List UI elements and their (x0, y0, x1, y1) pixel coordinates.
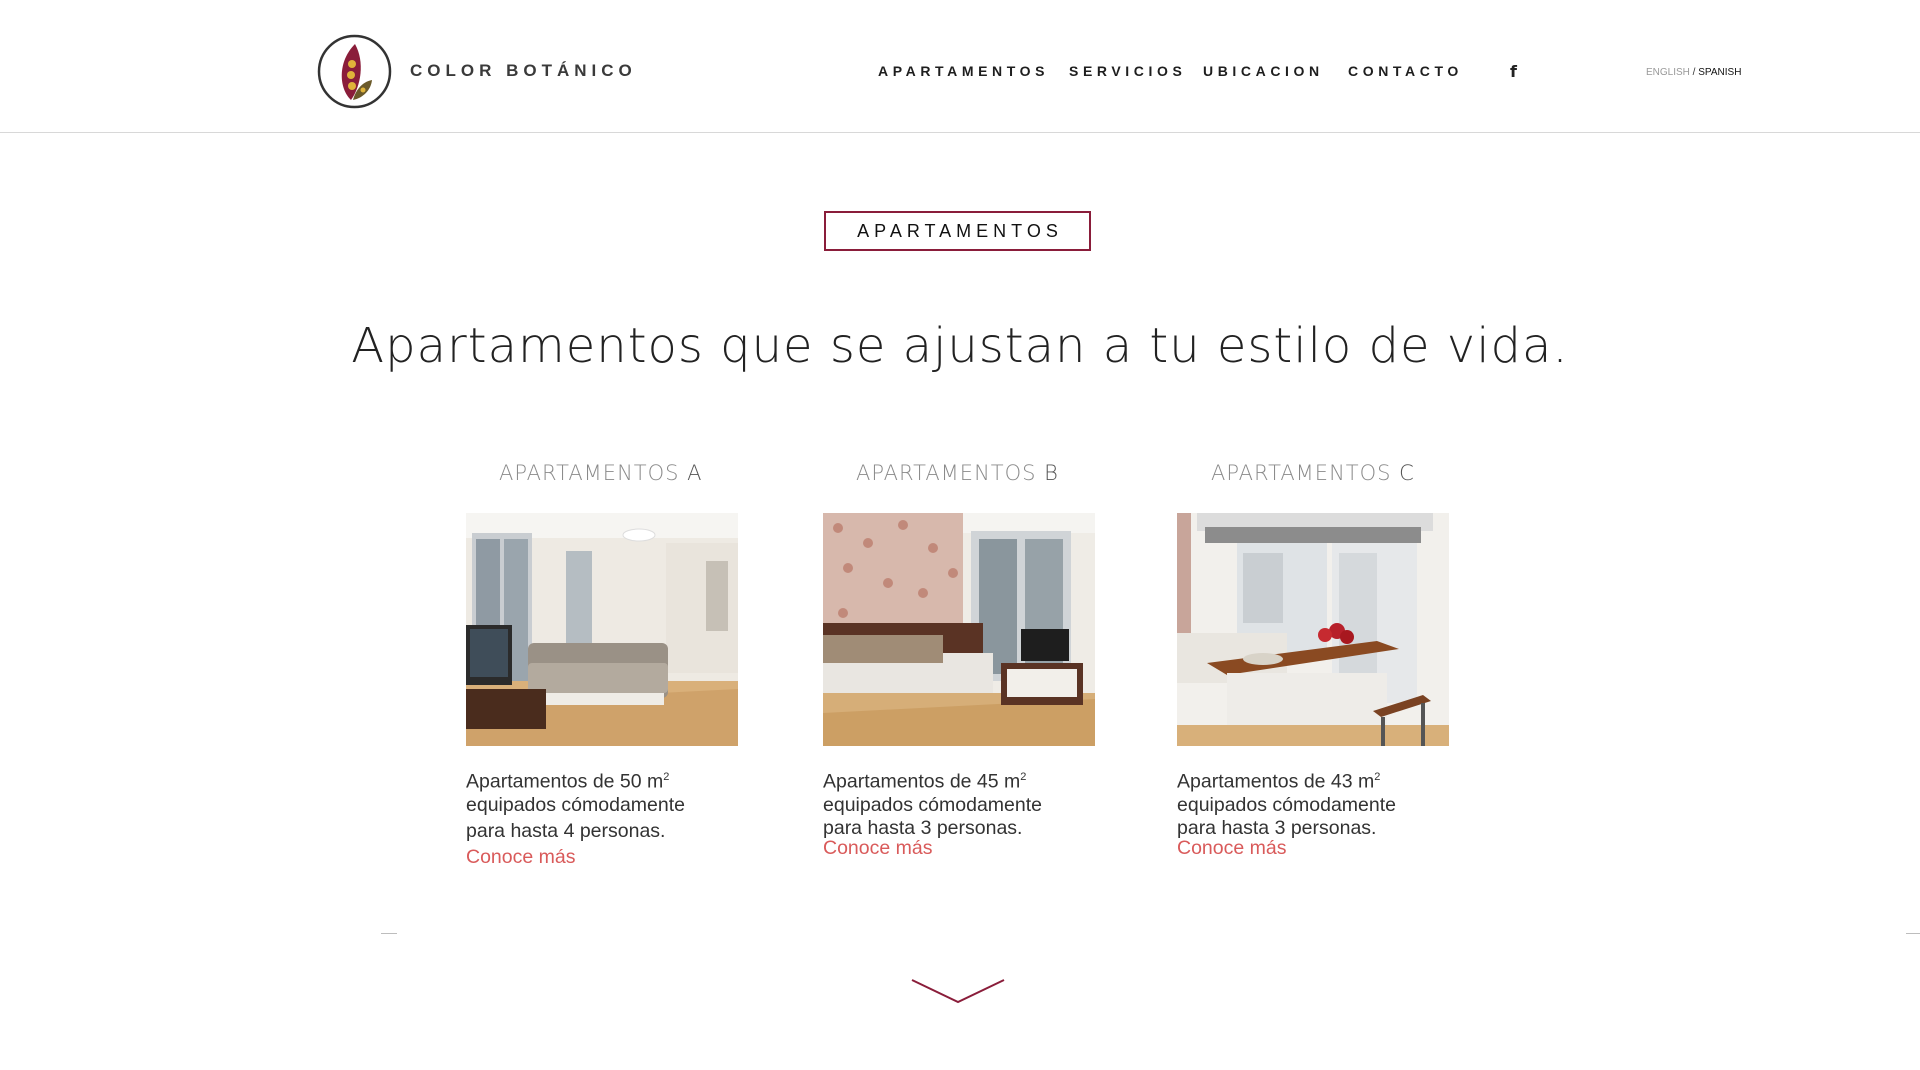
card-title-prefix: APARTAMENTOS (856, 461, 1045, 485)
desc-size: Apartamentos de 45 m (823, 770, 1021, 793)
lang-separator: / (1689, 67, 1699, 78)
card-title-a: APARTAMENTOS A (499, 461, 703, 485)
divider-right (1906, 933, 1920, 934)
site-header: COLOR BOTÁNICO APARTAMENTOS SERVICIOS UB… (0, 0, 1920, 133)
card-title-prefix: APARTAMENTOS (499, 461, 688, 485)
nav-apartamentos[interactable]: APARTAMENTOS (878, 63, 1049, 79)
section-badge-label: APARTAMENTOS (857, 220, 1063, 241)
card-title-prefix: APARTAMENTOS (1211, 461, 1400, 485)
desc-line-2: equipados cómodamente (466, 793, 685, 816)
apartment-c-more-link[interactable]: Conoce más (1177, 837, 1286, 860)
apartment-b-photo[interactable] (823, 513, 1095, 746)
desc-line-2: equipados cómodamente (1177, 793, 1396, 816)
desc-line-2: equipados cómodamente (823, 793, 1042, 816)
language-switcher: ENGLISH / SPANISH (1646, 67, 1741, 78)
desc-line-1: Apartamentos de 50 m2 (466, 766, 766, 794)
desc-size: Apartamentos de 43 m (1177, 770, 1375, 793)
brand-name[interactable]: COLOR BOTÁNICO (410, 61, 637, 81)
chevron-down-icon[interactable] (910, 978, 1006, 1004)
card-title-letter: A (687, 461, 703, 485)
card-title-c: APARTAMENTOS C (1211, 461, 1415, 485)
apartment-b-description: Apartamentos de 45 m2 equipados cómodame… (823, 766, 1123, 840)
desc-line-1: Apartamentos de 43 m2 (1177, 766, 1477, 794)
divider-left (381, 933, 397, 934)
desc-line-1: Apartamentos de 45 m2 (823, 766, 1123, 794)
desc-line-3: para hasta 4 personas. (466, 819, 666, 842)
apartment-a-photo[interactable] (466, 513, 738, 746)
card-title-letter: C (1399, 461, 1415, 485)
desc-size: Apartamentos de 50 m (466, 770, 664, 793)
apartment-c-photo[interactable] (1177, 513, 1449, 746)
logo-icon[interactable] (317, 34, 392, 109)
card-title-b: APARTAMENTOS B (856, 461, 1059, 485)
section-badge: APARTAMENTOS (824, 211, 1091, 251)
nav-servicios[interactable]: SERVICIOS (1069, 63, 1186, 79)
lang-english[interactable]: ENGLISH (1646, 67, 1690, 78)
apartment-c-description: Apartamentos de 43 m2 equipados cómodame… (1177, 766, 1477, 840)
apartment-a-description: Apartamentos de 50 m2 equipados cómodame… (466, 766, 766, 843)
apartment-b-more-link[interactable]: Conoce más (823, 837, 932, 860)
nav-contacto[interactable]: CONTACTO (1348, 63, 1463, 79)
lang-spanish[interactable]: SPANISH (1698, 67, 1741, 78)
desc-sup: 2 (1020, 771, 1027, 783)
card-title-letter: B (1044, 461, 1059, 485)
desc-sup: 2 (663, 771, 670, 783)
facebook-icon[interactable]: f (1510, 62, 1517, 81)
nav-ubicacion[interactable]: UBICACION (1203, 63, 1324, 79)
desc-sup: 2 (1374, 771, 1381, 783)
apartment-a-more-link[interactable]: Conoce más (466, 846, 575, 869)
page-headline: Apartamentos que se ajustan a tu estilo … (351, 318, 1569, 374)
